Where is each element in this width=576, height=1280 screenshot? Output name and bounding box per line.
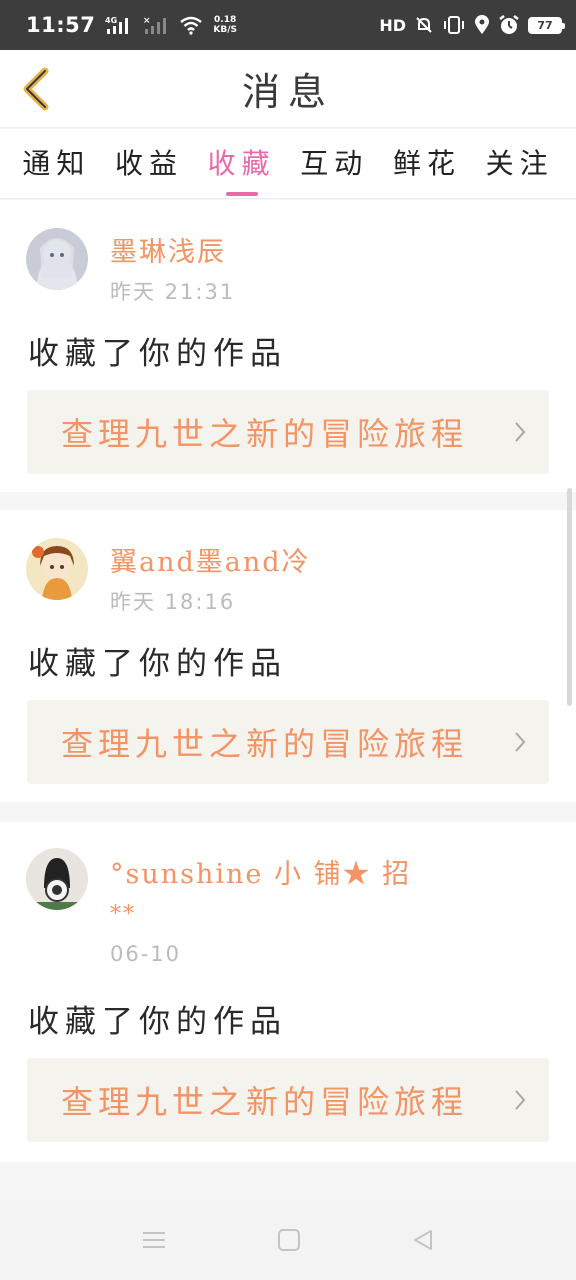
work-title: 查理九世之新的冒险旅程 (61, 725, 469, 763)
location-icon (475, 15, 489, 34)
message-card: 墨琳浅辰 昨天 21:31 收藏了你的作品 查理九世之新的冒险旅程 (0, 200, 576, 492)
username-line2: ** (110, 902, 136, 927)
back-button[interactable] (14, 64, 58, 114)
avatar[interactable] (26, 228, 88, 290)
message-card: °sunshine 小 铺★ 招 ** 06-10 收藏了你的作品 查理九世之新… (0, 822, 576, 1162)
header: 消息 (0, 50, 576, 128)
timestamp: 06-10 (110, 942, 182, 966)
status-time: 11:57 (26, 13, 96, 37)
tab-bar: 通知 收益 收藏 互动 鲜花 关注 (0, 129, 576, 199)
svg-text:×: × (143, 16, 151, 26)
tab-interactions[interactable]: 互动 (300, 142, 368, 186)
chevron-right-icon (515, 732, 526, 752)
action-text: 收藏了你的作品 (28, 646, 287, 682)
tab-earnings[interactable]: 收益 (115, 142, 183, 186)
tab-notifications[interactable]: 通知 (22, 142, 90, 186)
work-link[interactable]: 查理九世之新的冒险旅程 (27, 1058, 549, 1142)
username[interactable]: °sunshine 小 铺★ 招 (110, 852, 411, 891)
message-card: 翼and墨and冷 昨天 18:16 收藏了你的作品 查理九世之新的冒险旅程 (0, 510, 576, 802)
avatar[interactable] (26, 538, 88, 600)
tab-follows[interactable]: 关注 (486, 142, 554, 186)
scrollbar-thumb[interactable] (567, 488, 572, 706)
net-speed: 0.18 KB/S (213, 15, 237, 35)
chevron-right-icon (515, 1090, 526, 1110)
signal-no-sim-icon: × (143, 16, 167, 34)
svg-text:4G: 4G (105, 16, 117, 25)
home-icon[interactable] (277, 1228, 301, 1252)
action-text: 收藏了你的作品 (28, 1004, 287, 1040)
tab-favorites[interactable]: 收藏 (208, 142, 276, 186)
avatar[interactable] (26, 848, 88, 910)
wifi-icon (180, 16, 203, 35)
vibrate-icon (444, 16, 464, 34)
signal-4g-icon: 4G (105, 16, 129, 34)
page-title: 消息 (241, 70, 334, 114)
work-link[interactable]: 查理九世之新的冒险旅程 (27, 700, 549, 784)
tab-flowers[interactable]: 鲜花 (393, 142, 461, 186)
chevron-left-icon (23, 67, 49, 111)
work-title: 查理九世之新的冒险旅程 (61, 1083, 469, 1121)
username[interactable]: 翼and墨and冷 (110, 540, 311, 579)
battery-indicator: 77 (528, 16, 565, 34)
back-nav-icon[interactable] (411, 1228, 435, 1252)
timestamp: 昨天 21:31 (110, 280, 236, 304)
notifications-off-icon (416, 17, 432, 33)
menu-icon[interactable] (141, 1229, 167, 1251)
work-link[interactable]: 查理九世之新的冒险旅程 (27, 390, 549, 474)
system-nav-bar (0, 1200, 576, 1280)
alarm-icon (499, 15, 519, 34)
hd-label: HD (379, 15, 406, 35)
chevron-right-icon (515, 422, 526, 442)
status-bar: 11:57 4G × 0.18 KB/S HD 77 (0, 0, 576, 50)
action-text: 收藏了你的作品 (28, 336, 287, 372)
username[interactable]: 墨琳浅辰 (110, 230, 226, 269)
timestamp: 昨天 18:16 (110, 590, 236, 614)
work-title: 查理九世之新的冒险旅程 (61, 415, 469, 453)
